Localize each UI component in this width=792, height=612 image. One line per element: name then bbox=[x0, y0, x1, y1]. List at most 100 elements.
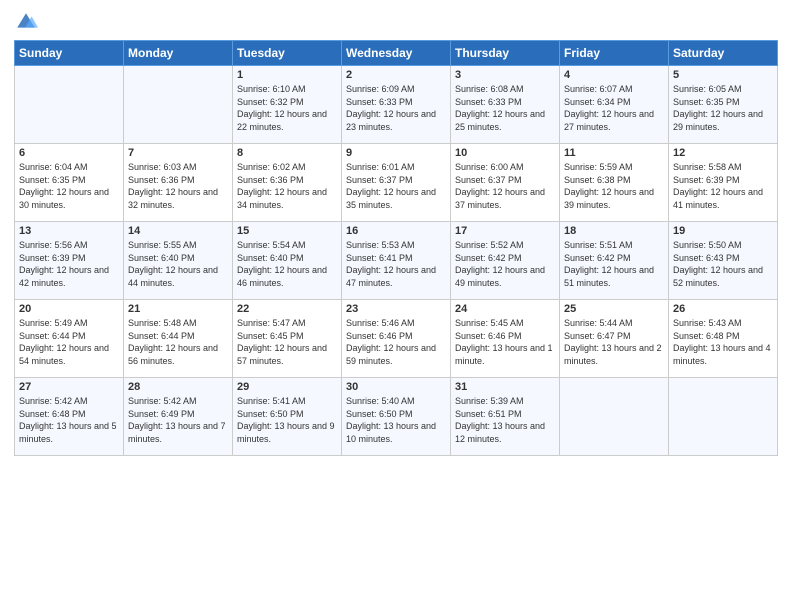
day-number: 13 bbox=[19, 225, 119, 237]
day-info: Sunrise: 5:42 AM Sunset: 6:48 PM Dayligh… bbox=[19, 395, 119, 445]
calendar-week-row: 20 Sunrise: 5:49 AM Sunset: 6:44 PM Dayli… bbox=[15, 300, 778, 378]
calendar-cell: 14 Sunrise: 5:55 AM Sunset: 6:40 PM Dayli… bbox=[124, 222, 233, 300]
day-number: 12 bbox=[673, 147, 773, 159]
day-number: 27 bbox=[19, 381, 119, 393]
calendar-header-tuesday: Tuesday bbox=[233, 41, 342, 66]
day-number: 11 bbox=[564, 147, 664, 159]
day-info: Sunrise: 5:43 AM Sunset: 6:48 PM Dayligh… bbox=[673, 317, 773, 367]
day-number: 19 bbox=[673, 225, 773, 237]
calendar-cell: 5 Sunrise: 6:05 AM Sunset: 6:35 PM Daylig… bbox=[669, 66, 778, 144]
day-info: Sunrise: 6:02 AM Sunset: 6:36 PM Dayligh… bbox=[237, 161, 337, 211]
calendar-cell bbox=[669, 378, 778, 456]
calendar-cell: 15 Sunrise: 5:54 AM Sunset: 6:40 PM Dayli… bbox=[233, 222, 342, 300]
day-info: Sunrise: 6:09 AM Sunset: 6:33 PM Dayligh… bbox=[346, 83, 446, 133]
day-info: Sunrise: 5:42 AM Sunset: 6:49 PM Dayligh… bbox=[128, 395, 228, 445]
calendar-cell: 17Sunrise: 5:52 AM Sunset: 6:42 PM Dayli… bbox=[451, 222, 560, 300]
day-info: Sunrise: 5:51 AM Sunset: 6:42 PM Dayligh… bbox=[564, 239, 664, 289]
day-info: Sunrise: 5:46 AM Sunset: 6:46 PM Dayligh… bbox=[346, 317, 446, 367]
day-info: Sunrise: 6:05 AM Sunset: 6:35 PM Dayligh… bbox=[673, 83, 773, 133]
logo-icon bbox=[14, 10, 38, 34]
calendar-cell: 21 Sunrise: 5:48 AM Sunset: 6:44 PM Dayli… bbox=[124, 300, 233, 378]
day-info: Sunrise: 6:08 AM Sunset: 6:33 PM Dayligh… bbox=[455, 83, 555, 133]
day-info: Sunrise: 5:59 AM Sunset: 6:38 PM Dayligh… bbox=[564, 161, 664, 211]
day-number: 26 bbox=[673, 303, 773, 315]
calendar-cell: 30 Sunrise: 5:40 AM Sunset: 6:50 PM Dayli… bbox=[342, 378, 451, 456]
calendar-cell: 2 Sunrise: 6:09 AM Sunset: 6:33 PM Daylig… bbox=[342, 66, 451, 144]
day-number: 23 bbox=[346, 303, 446, 315]
day-info: Sunrise: 5:55 AM Sunset: 6:40 PM Dayligh… bbox=[128, 239, 228, 289]
day-info: Sunrise: 6:03 AM Sunset: 6:36 PM Dayligh… bbox=[128, 161, 228, 211]
calendar-cell: 1 Sunrise: 6:10 AM Sunset: 6:32 PM Daylig… bbox=[233, 66, 342, 144]
day-number: 16 bbox=[346, 225, 446, 237]
day-info: Sunrise: 5:54 AM Sunset: 6:40 PM Dayligh… bbox=[237, 239, 337, 289]
calendar-cell: 10Sunrise: 6:00 AM Sunset: 6:37 PM Dayli… bbox=[451, 144, 560, 222]
day-info: Sunrise: 5:44 AM Sunset: 6:47 PM Dayligh… bbox=[564, 317, 664, 367]
header bbox=[14, 10, 778, 34]
day-info: Sunrise: 5:56 AM Sunset: 6:39 PM Dayligh… bbox=[19, 239, 119, 289]
day-number: 29 bbox=[237, 381, 337, 393]
day-number: 2 bbox=[346, 69, 446, 81]
day-number: 31 bbox=[455, 381, 555, 393]
calendar-cell bbox=[15, 66, 124, 144]
day-number: 20 bbox=[19, 303, 119, 315]
day-number: 9 bbox=[346, 147, 446, 159]
calendar-week-row: 1 Sunrise: 6:10 AM Sunset: 6:32 PM Daylig… bbox=[15, 66, 778, 144]
day-number: 30 bbox=[346, 381, 446, 393]
day-info: Sunrise: 6:07 AM Sunset: 6:34 PM Dayligh… bbox=[564, 83, 664, 133]
calendar-cell: 19 Sunrise: 5:50 AM Sunset: 6:43 PM Dayli… bbox=[669, 222, 778, 300]
calendar-cell: 29 Sunrise: 5:41 AM Sunset: 6:50 PM Dayli… bbox=[233, 378, 342, 456]
calendar-cell: 23 Sunrise: 5:46 AM Sunset: 6:46 PM Dayli… bbox=[342, 300, 451, 378]
day-info: Sunrise: 5:40 AM Sunset: 6:50 PM Dayligh… bbox=[346, 395, 446, 445]
calendar-cell: 11 Sunrise: 5:59 AM Sunset: 6:38 PM Dayli… bbox=[560, 144, 669, 222]
day-info: Sunrise: 5:48 AM Sunset: 6:44 PM Dayligh… bbox=[128, 317, 228, 367]
day-info: Sunrise: 5:41 AM Sunset: 6:50 PM Dayligh… bbox=[237, 395, 337, 445]
calendar-week-row: 27 Sunrise: 5:42 AM Sunset: 6:48 PM Dayli… bbox=[15, 378, 778, 456]
day-info: Sunrise: 6:10 AM Sunset: 6:32 PM Dayligh… bbox=[237, 83, 337, 133]
calendar-header-sunday: Sunday bbox=[15, 41, 124, 66]
day-number: 15 bbox=[237, 225, 337, 237]
calendar-cell: 25 Sunrise: 5:44 AM Sunset: 6:47 PM Dayli… bbox=[560, 300, 669, 378]
day-number: 17 bbox=[455, 225, 555, 237]
calendar-header-wednesday: Wednesday bbox=[342, 41, 451, 66]
calendar-week-row: 13 Sunrise: 5:56 AM Sunset: 6:39 PM Dayli… bbox=[15, 222, 778, 300]
day-number: 4 bbox=[564, 69, 664, 81]
day-number: 1 bbox=[237, 69, 337, 81]
calendar-table: SundayMondayTuesdayWednesdayThursdayFrid… bbox=[14, 40, 778, 456]
day-number: 14 bbox=[128, 225, 228, 237]
calendar-cell: 9 Sunrise: 6:01 AM Sunset: 6:37 PM Daylig… bbox=[342, 144, 451, 222]
page: SundayMondayTuesdayWednesdayThursdayFrid… bbox=[0, 0, 792, 612]
day-number: 3 bbox=[455, 69, 555, 81]
calendar-cell: 18Sunrise: 5:51 AM Sunset: 6:42 PM Dayli… bbox=[560, 222, 669, 300]
calendar-week-row: 6 Sunrise: 6:04 AM Sunset: 6:35 PM Daylig… bbox=[15, 144, 778, 222]
calendar-cell: 8 Sunrise: 6:02 AM Sunset: 6:36 PM Daylig… bbox=[233, 144, 342, 222]
day-info: Sunrise: 5:50 AM Sunset: 6:43 PM Dayligh… bbox=[673, 239, 773, 289]
calendar-cell bbox=[560, 378, 669, 456]
day-info: Sunrise: 5:49 AM Sunset: 6:44 PM Dayligh… bbox=[19, 317, 119, 367]
calendar-cell: 13 Sunrise: 5:56 AM Sunset: 6:39 PM Dayli… bbox=[15, 222, 124, 300]
calendar-cell: 31 Sunrise: 5:39 AM Sunset: 6:51 PM Dayli… bbox=[451, 378, 560, 456]
logo bbox=[14, 10, 42, 34]
day-info: Sunrise: 5:53 AM Sunset: 6:41 PM Dayligh… bbox=[346, 239, 446, 289]
day-info: Sunrise: 5:39 AM Sunset: 6:51 PM Dayligh… bbox=[455, 395, 555, 445]
day-number: 24 bbox=[455, 303, 555, 315]
day-number: 7 bbox=[128, 147, 228, 159]
calendar-cell: 26 Sunrise: 5:43 AM Sunset: 6:48 PM Dayli… bbox=[669, 300, 778, 378]
calendar-cell: 27 Sunrise: 5:42 AM Sunset: 6:48 PM Dayli… bbox=[15, 378, 124, 456]
calendar-cell bbox=[124, 66, 233, 144]
calendar-cell: 7 Sunrise: 6:03 AM Sunset: 6:36 PM Daylig… bbox=[124, 144, 233, 222]
calendar-cell: 20 Sunrise: 5:49 AM Sunset: 6:44 PM Dayli… bbox=[15, 300, 124, 378]
calendar-cell: 4 Sunrise: 6:07 AM Sunset: 6:34 PM Daylig… bbox=[560, 66, 669, 144]
day-info: Sunrise: 6:01 AM Sunset: 6:37 PM Dayligh… bbox=[346, 161, 446, 211]
day-number: 21 bbox=[128, 303, 228, 315]
day-info: Sunrise: 5:58 AM Sunset: 6:39 PM Dayligh… bbox=[673, 161, 773, 211]
calendar-header-row: SundayMondayTuesdayWednesdayThursdayFrid… bbox=[15, 41, 778, 66]
day-info: Sunrise: 6:00 AM Sunset: 6:37 PM Dayligh… bbox=[455, 161, 555, 211]
calendar-cell: 28Sunrise: 5:42 AM Sunset: 6:49 PM Dayli… bbox=[124, 378, 233, 456]
day-number: 8 bbox=[237, 147, 337, 159]
day-number: 25 bbox=[564, 303, 664, 315]
calendar-header-friday: Friday bbox=[560, 41, 669, 66]
day-info: Sunrise: 6:04 AM Sunset: 6:35 PM Dayligh… bbox=[19, 161, 119, 211]
calendar-header-monday: Monday bbox=[124, 41, 233, 66]
day-number: 5 bbox=[673, 69, 773, 81]
day-number: 6 bbox=[19, 147, 119, 159]
